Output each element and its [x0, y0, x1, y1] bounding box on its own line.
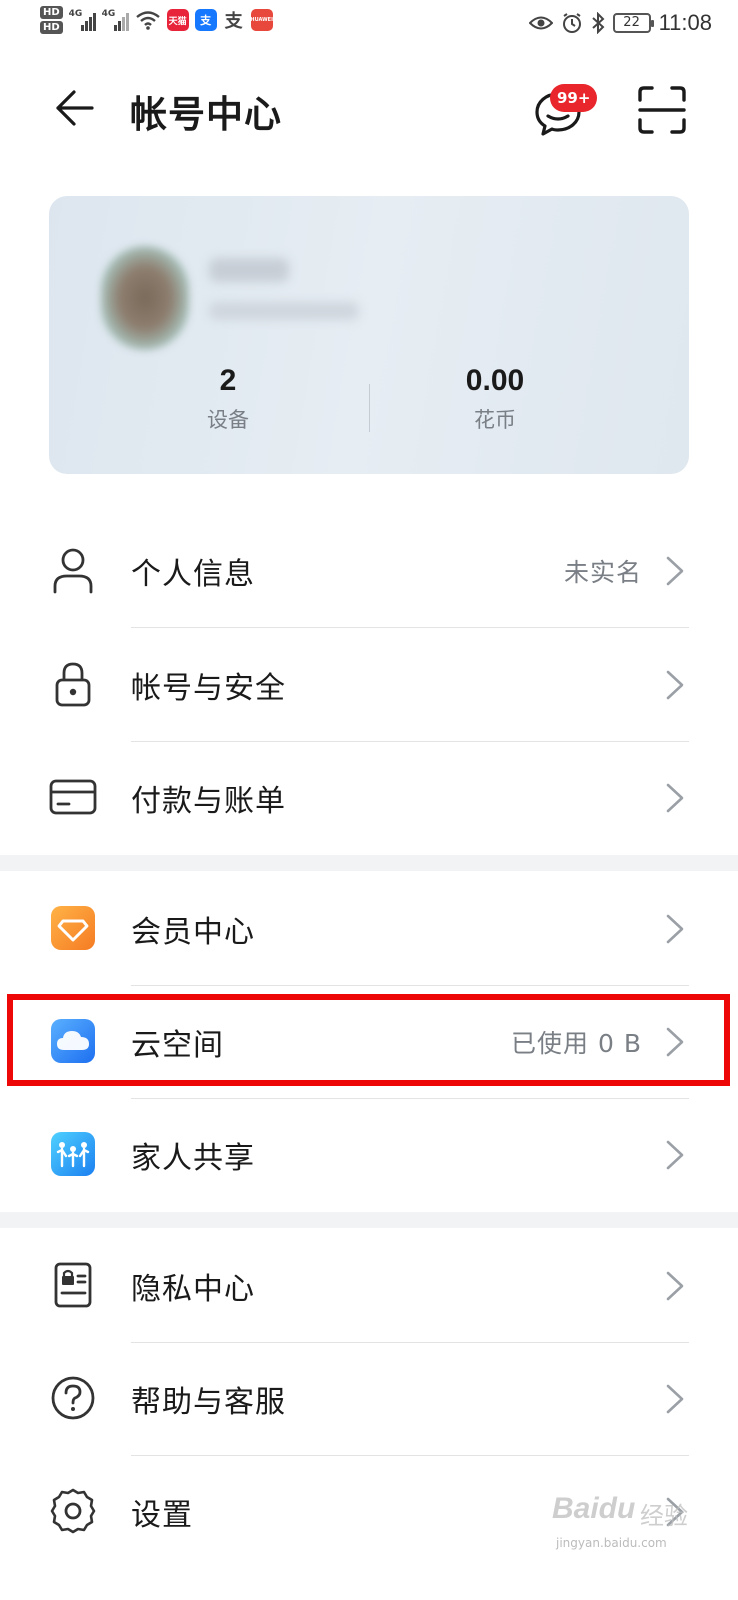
avatar[interactable]	[101, 246, 189, 350]
profile-card[interactable]: 2 设备 0.00 花币	[49, 196, 689, 474]
tmall-app-icon: 天猫	[166, 9, 189, 31]
devices-count: 2	[219, 364, 237, 397]
network-type-1: 4G	[68, 9, 83, 19]
app-header: 帐号中心 99+	[0, 60, 738, 160]
battery-indicator: 22	[612, 13, 654, 33]
blurred-username	[209, 258, 289, 282]
hd-badge-2: HD	[40, 21, 63, 34]
family-icon	[51, 1132, 95, 1176]
baidu-watermark: Baidu 经验 jingyan.baidu.com	[552, 1492, 702, 1572]
signal-icon-1: 4G	[69, 9, 96, 31]
menu-item-account-security[interactable]: 帐号与安全	[0, 627, 738, 742]
section-gap	[0, 1212, 738, 1228]
chevron-right-icon	[666, 1271, 684, 1301]
alipay-outline-icon: 支	[224, 11, 243, 32]
signal-icon-2: 4G	[102, 9, 129, 31]
gear-icon	[50, 1488, 96, 1534]
chevron-right-icon	[666, 670, 684, 700]
chevron-right-icon	[666, 1140, 684, 1170]
huawei-app-icon: HUAWEI	[250, 9, 273, 31]
coins-label: 花币	[474, 408, 516, 432]
arrow-left-icon	[56, 90, 94, 126]
back-button[interactable]	[46, 80, 102, 136]
alarm-icon	[562, 13, 581, 33]
menu-label: 帐号与安全	[131, 671, 286, 706]
eye-icon	[528, 16, 553, 30]
section-gap	[0, 855, 738, 871]
menu-item-payment-billing[interactable]: 付款与账单	[0, 740, 738, 855]
menu-label: 设置	[131, 1498, 193, 1533]
blurred-account-id	[209, 302, 359, 320]
menu-item-help-support[interactable]: 帮助与客服	[0, 1341, 738, 1456]
wifi-icon	[135, 11, 160, 30]
status-bar: HD HD 4G 4G 天猫 支 支 HUAWEI 22 11:08	[0, 0, 738, 50]
menu-item-membership[interactable]: 会员中心	[0, 871, 738, 986]
person-icon	[53, 548, 93, 594]
menu-item-personal-info[interactable]: 个人信息 未实名	[0, 513, 738, 628]
bluetooth-icon	[591, 12, 605, 34]
scan-button[interactable]	[636, 84, 688, 136]
menu-label: 家人共享	[131, 1141, 255, 1176]
chevron-right-icon	[666, 1384, 684, 1414]
hd-indicators: HD HD	[40, 6, 63, 34]
menu-label: 个人信息	[131, 557, 255, 592]
menu-label: 会员中心	[131, 915, 255, 950]
card-icon	[49, 779, 97, 815]
menu-label: 帮助与客服	[131, 1385, 286, 1420]
devices-label: 设备	[207, 408, 249, 432]
menu-item-privacy-center[interactable]: 隐私中心	[0, 1228, 738, 1343]
help-icon	[51, 1376, 95, 1420]
diamond-icon	[51, 906, 95, 950]
message-count-badge: 99+	[550, 84, 598, 112]
chevron-right-icon	[666, 783, 684, 813]
devices-stat[interactable]: 2 设备	[128, 364, 328, 434]
status-time: 11:08	[658, 10, 712, 35]
stat-divider	[369, 384, 370, 432]
chevron-right-icon	[666, 556, 684, 586]
menu-value: 未实名	[563, 558, 642, 587]
coins-value: 0.00	[465, 364, 525, 397]
menu-label: 付款与账单	[131, 784, 286, 819]
network-type-2: 4G	[101, 9, 116, 19]
page-title: 帐号中心	[130, 93, 282, 136]
privacy-icon	[54, 1262, 92, 1308]
menu-label: 隐私中心	[131, 1272, 255, 1307]
menu-item-family-sharing[interactable]: 家人共享	[0, 1097, 738, 1212]
watermark-suffix: 经验	[640, 1502, 688, 1530]
alipay-app-icon: 支	[194, 9, 217, 31]
chevron-right-icon	[666, 914, 684, 944]
lock-icon	[55, 662, 91, 707]
watermark-logo: Baidu	[552, 1492, 636, 1525]
coins-stat[interactable]: 0.00 花币	[395, 364, 595, 434]
scan-icon	[638, 86, 686, 134]
hd-badge-1: HD	[40, 6, 63, 19]
highlight-box	[7, 994, 730, 1086]
watermark-url: jingyan.baidu.com	[556, 1536, 667, 1550]
